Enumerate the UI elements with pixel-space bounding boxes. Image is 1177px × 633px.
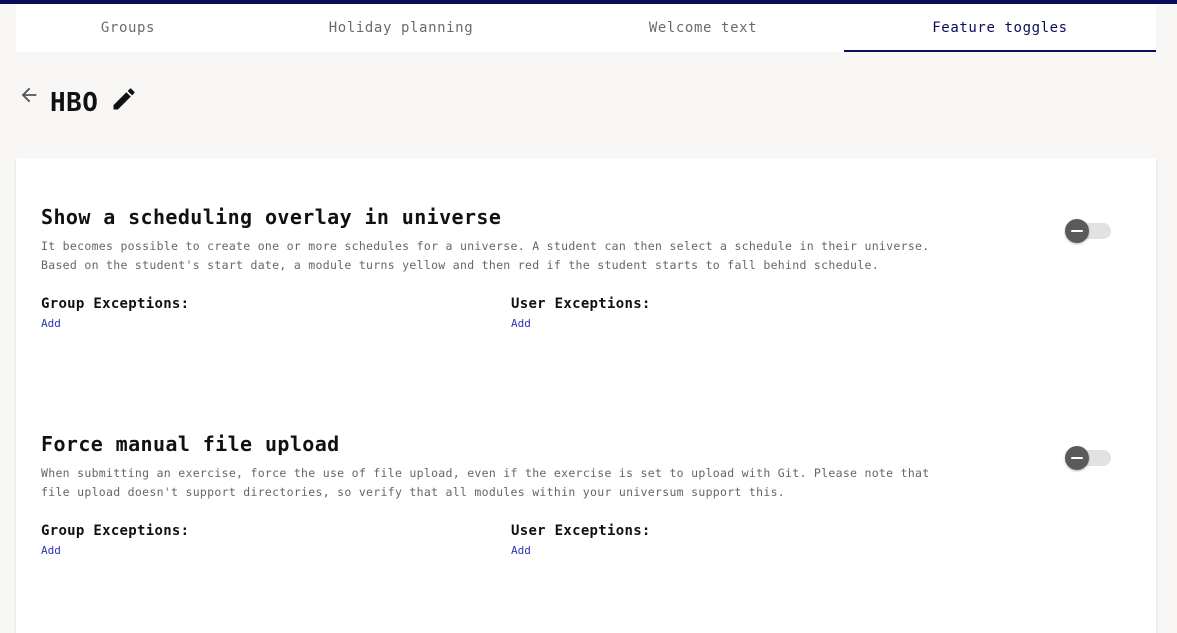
group-exceptions: Group Exceptions: Add	[41, 296, 189, 330]
toggle-off-icon	[1065, 446, 1089, 470]
add-user-exception-link[interactable]: Add	[511, 317, 651, 330]
feature-description: It becomes possible to create one or mor…	[41, 239, 930, 272]
page-header: HBO	[18, 82, 138, 122]
group-exceptions: Group Exceptions: Add	[41, 523, 189, 557]
add-group-exception-link[interactable]: Add	[41, 544, 189, 557]
user-exceptions: User Exceptions: Add	[511, 296, 651, 330]
exceptions-row: Group Exceptions: Add User Exceptions: A…	[41, 523, 1131, 563]
pencil-icon[interactable]	[110, 85, 138, 113]
exceptions-row: Group Exceptions: Add User Exceptions: A…	[41, 296, 1131, 336]
tab-groups[interactable]: Groups	[16, 4, 240, 52]
user-exceptions-label: User Exceptions:	[511, 523, 651, 539]
user-exceptions: User Exceptions: Add	[511, 523, 651, 557]
tab-holiday-planning[interactable]: Holiday planning	[240, 4, 562, 52]
feature-scheduling-overlay: Show a scheduling overlay in universe It…	[41, 205, 1131, 336]
feature-toggle-switch[interactable]	[1065, 446, 1113, 470]
page-title: HBO	[50, 88, 99, 118]
tab-feature-toggles[interactable]: Feature toggles	[844, 4, 1156, 52]
feature-toggle-switch[interactable]	[1065, 219, 1113, 243]
arrow-left-icon[interactable]	[18, 84, 40, 106]
user-exceptions-label: User Exceptions:	[511, 296, 651, 312]
group-exceptions-label: Group Exceptions:	[41, 523, 190, 539]
add-group-exception-link[interactable]: Add	[41, 317, 189, 330]
tab-bar: Groups Holiday planning Welcome text Fea…	[16, 4, 1156, 52]
feature-toggles-card: Show a scheduling overlay in universe It…	[16, 158, 1156, 633]
feature-force-manual-upload: Force manual file upload When submitting…	[41, 432, 1131, 563]
add-user-exception-link[interactable]: Add	[511, 544, 651, 557]
tab-welcome-text[interactable]: Welcome text	[562, 4, 844, 52]
feature-title: Force manual file upload	[41, 432, 340, 456]
toggle-off-icon	[1065, 219, 1089, 243]
feature-description: When submitting an exercise, force the u…	[41, 466, 930, 499]
feature-title: Show a scheduling overlay in universe	[41, 205, 502, 229]
group-exceptions-label: Group Exceptions:	[41, 296, 190, 312]
